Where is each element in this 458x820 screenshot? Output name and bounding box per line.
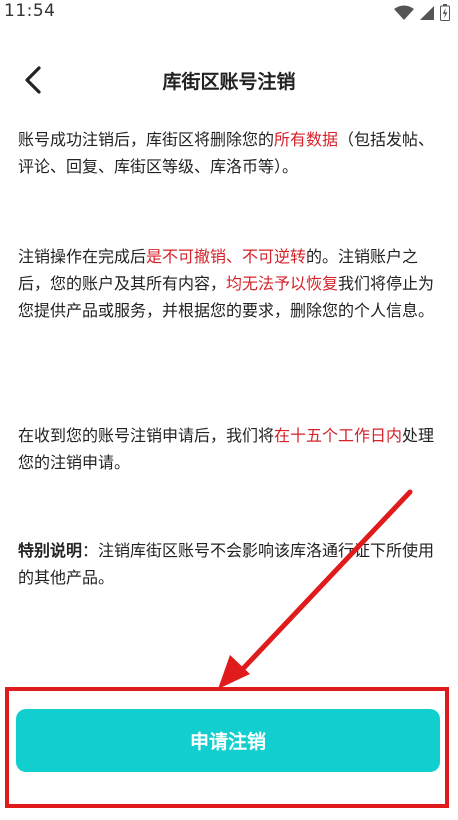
highlight-all-data: 所有数据	[274, 130, 339, 149]
signal-icon	[420, 5, 434, 20]
text-segment: 账号成功注销后，库街区将删除您的	[18, 130, 275, 149]
status-icons	[394, 4, 450, 21]
wifi-icon	[394, 5, 414, 20]
paragraph-special-note: 特别说明：注销库街区账号不会影响该库洛通行证下所使用的其他产品。	[18, 537, 442, 591]
battery-icon	[440, 4, 450, 21]
highlight-fifteen-days: 在十五个工作日内	[274, 426, 403, 445]
text-segment: 注销操作在完成后	[18, 247, 147, 266]
header: 库街区账号注销	[0, 50, 458, 110]
paragraph-irreversible: 注销操作在完成后是不可撤销、不可逆转的。注销账户之后，您的账户及其所有内容，均无…	[18, 243, 442, 324]
paragraph-processing-time: 在收到您的账号注销申请后，我们将在十五个工作日内处理您的注销申请。	[18, 422, 442, 476]
status-time: 11:54	[4, 1, 56, 21]
status-bar: 11:54	[0, 0, 458, 26]
page-title: 库街区账号注销	[162, 71, 296, 93]
paragraph-data-deletion: 账号成功注销后，库街区将删除您的所有数据（包括发帖、评论、回复、库街区等级、库洛…	[18, 126, 442, 180]
highlight-irreversible: 是不可撤销、不可逆转	[146, 247, 307, 266]
highlight-unrecoverable: 均无法予以恢复	[226, 274, 339, 293]
special-note-label: 特别说明	[18, 541, 83, 560]
annotation-highlight-box	[5, 687, 449, 808]
text-segment: 在收到您的账号注销申请后，我们将	[18, 426, 275, 445]
